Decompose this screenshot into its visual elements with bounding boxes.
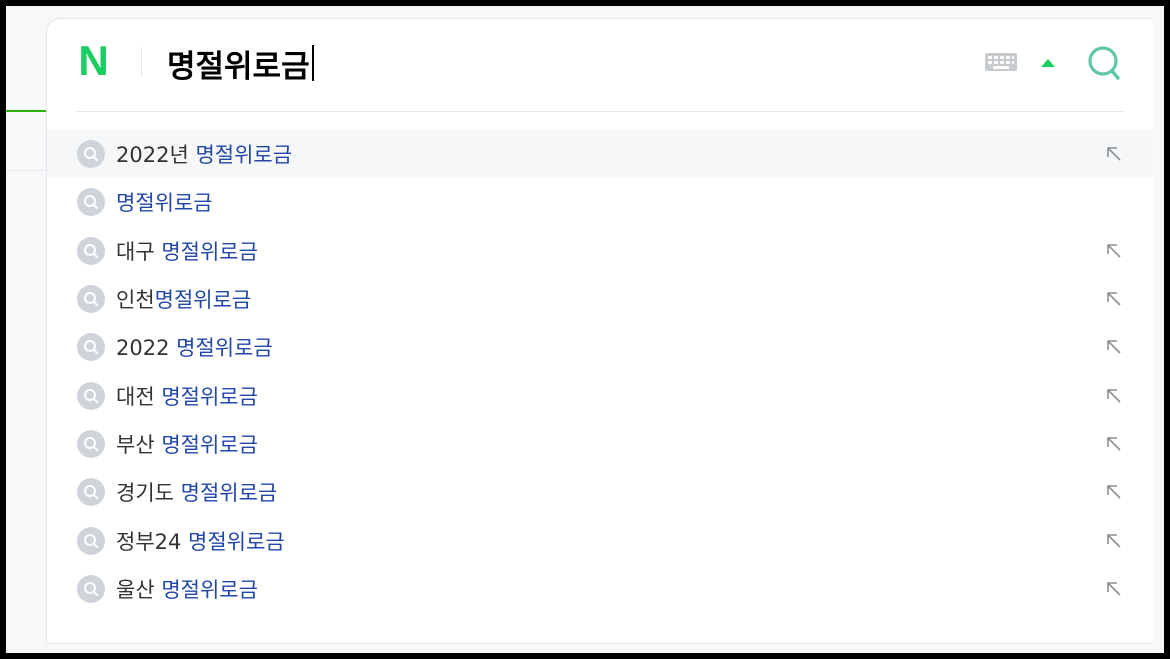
arrow-up-left-icon[interactable] <box>1105 338 1123 356</box>
arrow-up-left-icon[interactable] <box>1105 387 1123 405</box>
suggestion-text: 대전 명절위로금 <box>116 381 258 411</box>
suggestion-highlight: 명절위로금 <box>161 384 258 409</box>
search-icon <box>77 526 105 555</box>
suggestion-highlight: 명절위로금 <box>116 191 213 216</box>
suggestion-highlight: 명절위로금 <box>161 432 258 457</box>
search-query-text: 명절위로금 <box>167 48 310 85</box>
search-icon <box>77 333 105 362</box>
suggestion-item[interactable]: 경기도 명절위로금 <box>47 468 1153 516</box>
search-icon <box>77 285 105 314</box>
suggestion-highlight: 명절위로금 <box>154 288 252 313</box>
suggestion-item[interactable]: 2022 명절위로금 <box>47 323 1153 371</box>
suggestion-item[interactable]: 2022년 명절위로금 <box>47 130 1153 179</box>
suggestion-text: 부산 명절위로금 <box>116 429 258 459</box>
suggestion-item[interactable]: 정부24 명절위로금 <box>47 516 1153 564</box>
suggestion-item[interactable]: 대구 명절위로금 <box>47 227 1153 275</box>
suggestion-highlight: 명절위로금 <box>161 239 258 264</box>
search-icon <box>77 140 105 169</box>
suggestion-item[interactable]: 울산 명절위로금 <box>47 565 1153 613</box>
search-icon <box>77 381 105 410</box>
suggestion-text: 경기도 명절위로금 <box>116 477 277 507</box>
search-autocomplete-panel: N 명절위로금 2022년 명절위로금 명절위로금 대구 명절위로금 인천명절위로금 2… <box>46 18 1153 644</box>
arrow-up-left-icon[interactable] <box>1105 145 1123 163</box>
suggestion-text: 명절위로금 <box>116 187 213 217</box>
text-caret <box>311 45 314 81</box>
search-icon <box>77 478 105 507</box>
arrow-up-icon[interactable] <box>1041 59 1055 67</box>
suggestion-prefix: 2022년 <box>116 143 196 168</box>
arrow-up-left-icon[interactable] <box>1105 532 1123 550</box>
keyboard-icon[interactable] <box>985 53 1017 71</box>
suggestion-prefix: 대전 <box>116 384 162 409</box>
suggestion-list: 2022년 명절위로금 명절위로금 대구 명절위로금 인천명절위로금 2022 명절위로… <box>47 130 1153 613</box>
naver-logo[interactable]: N <box>75 37 111 84</box>
suggestion-prefix: 경기도 <box>116 481 181 506</box>
search-header: N 명절위로금 <box>75 19 1125 112</box>
suggestion-highlight: 명절위로금 <box>188 529 285 554</box>
suggestion-prefix: 2022 <box>116 336 177 361</box>
suggestion-item[interactable]: 명절위로금 <box>47 178 1153 226</box>
suggestion-item[interactable]: 인천명절위로금 <box>47 275 1153 323</box>
suggestion-text: 정부24 명절위로금 <box>116 526 285 556</box>
suggestion-highlight: 명절위로금 <box>180 481 278 506</box>
suggestion-prefix: 부산 <box>116 432 162 457</box>
search-icon <box>77 574 105 603</box>
suggestion-text: 2022년 명절위로금 <box>116 139 292 169</box>
arrow-up-left-icon[interactable] <box>1105 483 1123 501</box>
suggestion-text: 울산 명절위로금 <box>116 574 258 604</box>
suggestion-text: 인천명절위로금 <box>116 284 251 314</box>
header-divider <box>141 47 142 77</box>
suggestion-item[interactable]: 부산 명절위로금 <box>47 420 1153 468</box>
arrow-up-left-icon[interactable] <box>1105 242 1123 260</box>
search-icon <box>77 188 105 217</box>
suggestion-item[interactable]: 대전 명절위로금 <box>47 371 1153 419</box>
suggestion-highlight: 명절위로금 <box>176 336 273 361</box>
search-input[interactable]: 명절위로금 <box>167 41 314 85</box>
suggestion-prefix: 울산 <box>116 577 162 602</box>
search-icon[interactable] <box>1085 43 1125 83</box>
suggestion-prefix: 인천 <box>116 288 155 313</box>
arrow-up-left-icon[interactable] <box>1105 290 1123 308</box>
arrow-up-left-icon[interactable] <box>1105 580 1123 598</box>
suggestion-text: 2022 명절위로금 <box>116 332 273 362</box>
suggestion-prefix: 대구 <box>116 239 162 264</box>
arrow-up-left-icon[interactable] <box>1105 435 1123 453</box>
search-icon <box>77 429 105 458</box>
search-icon <box>77 236 105 265</box>
suggestion-prefix: 정부24 <box>116 529 189 554</box>
suggestion-highlight: 명절위로금 <box>161 577 258 602</box>
suggestion-highlight: 명절위로금 <box>195 143 293 168</box>
suggestion-text: 대구 명절위로금 <box>116 236 258 266</box>
